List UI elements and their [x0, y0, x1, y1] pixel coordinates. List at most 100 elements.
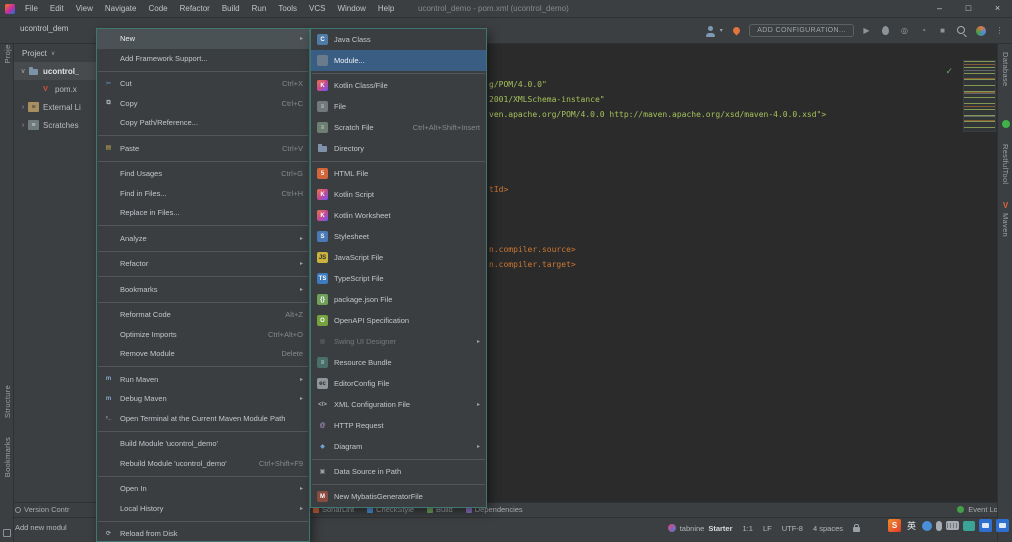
- language-mode-icon[interactable]: 英: [905, 519, 918, 532]
- tree-chevron-icon[interactable]: ∨: [18, 67, 28, 75]
- readonly-lock-icon[interactable]: [853, 524, 860, 532]
- menu-item-javascript-file[interactable]: JS JavaScript File: [311, 247, 486, 268]
- search-everywhere-icon[interactable]: [955, 24, 968, 38]
- minimap[interactable]: [963, 60, 996, 132]
- screenshot-tool-icon[interactable]: [963, 520, 975, 531]
- menu-item-reload-from-disk[interactable]: ⟳ Reload from Disk: [97, 524, 309, 541]
- menu-item-reformat-code[interactable]: Reformat Code Alt+Z: [97, 305, 309, 325]
- input-emoji-icon[interactable]: [922, 520, 932, 531]
- menu-item-xml-configuration-file[interactable]: </> XML Configuration File: [311, 394, 486, 415]
- status-encoding[interactable]: UTF-8: [782, 524, 803, 533]
- hide-tool-windows-icon[interactable]: [3, 529, 11, 537]
- menu-item-find-in-files[interactable]: Find in Files... Ctrl+H: [97, 184, 309, 204]
- menu-item-http-request[interactable]: @ HTTP Request: [311, 415, 486, 436]
- tool-tab-database[interactable]: Database: [998, 52, 1012, 87]
- menu-item-copy[interactable]: ⧉ Copy Ctrl+C: [97, 94, 309, 114]
- menu-item-refactor[interactable]: Refactor: [97, 254, 309, 274]
- menu-item-swing-ui-designer[interactable]: ▦ Swing UI Designer: [311, 331, 486, 352]
- menu-item-analyze[interactable]: Analyze: [97, 229, 309, 249]
- menu-item-new-mybatis-generator-file[interactable]: M New MybatisGeneratorFile: [311, 486, 486, 507]
- menu-item-module[interactable]: Module...: [311, 50, 486, 71]
- menu-item-stylesheet[interactable]: S Stylesheet: [311, 226, 486, 247]
- menubar-help[interactable]: Help: [372, 0, 400, 17]
- menubar-view[interactable]: View: [70, 0, 99, 17]
- menu-item-run-maven[interactable]: m Run Maven: [97, 370, 309, 390]
- tool-tab-bookmarks[interactable]: Bookmarks: [0, 437, 14, 477]
- menubar-code[interactable]: Code: [142, 0, 173, 17]
- menu-item-kotlin-class-file[interactable]: K Kotlin Class/File: [311, 75, 486, 96]
- menu-item-diagram[interactable]: ◆ Diagram: [311, 436, 486, 457]
- menu-item-directory[interactable]: Directory: [311, 138, 486, 159]
- sogou-input-icon[interactable]: S: [888, 519, 901, 532]
- menu-item-optimize-imports[interactable]: Optimize Imports Ctrl+Alt+O: [97, 325, 309, 345]
- tabnine-widget[interactable]: tabnine Starter: [667, 524, 733, 533]
- menu-item-java-class[interactable]: C Java Class: [311, 29, 486, 50]
- tray-window-icon-2[interactable]: [996, 519, 1009, 532]
- tree-chevron-icon[interactable]: ›: [18, 104, 28, 111]
- menu-item-replace-in-files[interactable]: Replace in Files...: [97, 203, 309, 223]
- menubar-tools[interactable]: Tools: [272, 0, 303, 17]
- event-log-button[interactable]: Event Log: [957, 505, 1002, 514]
- menu-item-build-module[interactable]: Build Module 'ucontrol_demo': [97, 434, 309, 454]
- menubar-window[interactable]: Window: [331, 0, 371, 17]
- tree-chevron-icon[interactable]: ›: [18, 122, 28, 129]
- project-view-selector[interactable]: Project: [22, 49, 47, 58]
- caret-down-icon[interactable]: ▾: [718, 24, 724, 38]
- menu-item-copy-path-reference[interactable]: Copy Path/Reference...: [97, 113, 309, 133]
- menubar-file[interactable]: File: [19, 0, 44, 17]
- profiler-icon[interactable]: ◔: [917, 24, 930, 38]
- menu-item-paste[interactable]: ▤ Paste Ctrl+V: [97, 139, 309, 159]
- menubar-refactor[interactable]: Refactor: [174, 0, 216, 17]
- profile-icon[interactable]: [704, 24, 717, 38]
- menu-item-data-source-in-path[interactable]: ▣ Data Source in Path: [311, 461, 486, 482]
- menu-item-rebuild-module[interactable]: Rebuild Module 'ucontrol_demo' Ctrl+Shif…: [97, 454, 309, 474]
- menu-item-kotlin-script[interactable]: K Kotlin Script: [311, 184, 486, 205]
- input-keyboard-icon[interactable]: [946, 521, 959, 530]
- menu-item-open-terminal[interactable]: ›_ Open Terminal at the Current Maven Mo…: [97, 409, 309, 429]
- breadcrumb[interactable]: ucontrol_dem: [20, 24, 68, 33]
- menu-item-new[interactable]: New: [97, 29, 309, 49]
- tool-tab-version-control[interactable]: Version Contr: [15, 505, 69, 514]
- menu-item-remove-module[interactable]: Remove Module Delete: [97, 344, 309, 364]
- tool-tab-codota[interactable]: [998, 120, 1012, 128]
- menu-item-editorconfig-file[interactable]: ec EditorConfig File: [311, 373, 486, 394]
- minimize-button[interactable]: –: [925, 0, 954, 17]
- status-indent[interactable]: 4 spaces: [813, 524, 843, 533]
- menu-item-find-usages[interactable]: Find Usages Ctrl+G: [97, 164, 309, 184]
- menu-item-local-history[interactable]: Local History: [97, 499, 309, 519]
- more-options-icon[interactable]: ⋮: [993, 24, 1006, 38]
- tool-tab-restfultool[interactable]: RestfulTool: [998, 144, 1012, 184]
- add-configuration-button[interactable]: ADD CONFIGURATION...: [749, 24, 854, 37]
- flame-icon[interactable]: [730, 24, 743, 38]
- menu-item-typescript-file[interactable]: TS TypeScript File: [311, 268, 486, 289]
- menubar-run[interactable]: Run: [246, 0, 273, 17]
- status-line-ending[interactable]: LF: [763, 524, 772, 533]
- menu-item-resource-bundle[interactable]: ≡ Resource Bundle: [311, 352, 486, 373]
- menu-item-open-in[interactable]: Open In: [97, 479, 309, 499]
- menubar-edit[interactable]: Edit: [44, 0, 70, 17]
- ide-avatar-icon[interactable]: [974, 24, 987, 38]
- menu-item-cut[interactable]: ✂ Cut Ctrl+X: [97, 74, 309, 94]
- coverage-icon[interactable]: ◎: [898, 24, 911, 38]
- menu-item-debug-maven[interactable]: m Debug Maven: [97, 389, 309, 409]
- stop-icon[interactable]: ■: [936, 24, 949, 38]
- tool-tab-structure[interactable]: Structure: [0, 385, 14, 418]
- menu-item-scratch-file[interactable]: ≡ Scratch File Ctrl+Alt+Shift+Insert: [311, 117, 486, 138]
- input-mic-icon[interactable]: [936, 520, 942, 531]
- menu-item-bookmarks[interactable]: Bookmarks: [97, 280, 309, 300]
- menu-item-file[interactable]: ≡ File: [311, 96, 486, 117]
- status-caret-position[interactable]: 1:1: [743, 524, 753, 533]
- menu-item-add-framework-support[interactable]: Add Framework Support...: [97, 49, 309, 69]
- menu-item-openapi-specification[interactable]: O OpenAPI Specification: [311, 310, 486, 331]
- run-play-icon[interactable]: ▶: [860, 24, 873, 38]
- menubar-navigate[interactable]: Navigate: [99, 0, 143, 17]
- menubar-vcs[interactable]: VCS: [303, 0, 331, 17]
- tool-tab-maven[interactable]: V Maven: [998, 202, 1012, 238]
- close-button[interactable]: ×: [983, 0, 1012, 17]
- maximize-button[interactable]: □: [954, 0, 983, 17]
- menu-item-kotlin-worksheet[interactable]: K Kotlin Worksheet: [311, 205, 486, 226]
- debug-icon[interactable]: [879, 24, 892, 38]
- tray-window-icon-1[interactable]: [979, 519, 992, 532]
- menu-item-html-file[interactable]: 5 HTML File: [311, 163, 486, 184]
- menu-item-package-json-file[interactable]: {} package.json File: [311, 289, 486, 310]
